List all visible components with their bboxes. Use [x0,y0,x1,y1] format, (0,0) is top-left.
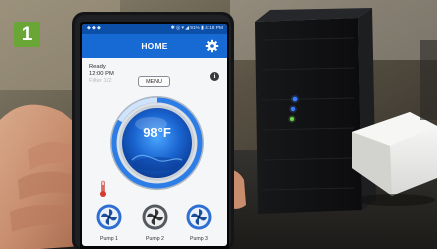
pump-1-icon[interactable] [96,204,122,230]
pump-2-icon[interactable] [142,204,168,230]
status-filter: Filter 1/2 [89,78,112,85]
pump-3-icon[interactable] [186,204,212,230]
step-badge: 1 [14,22,40,47]
thermometer-icon [100,180,106,197]
water-temperature: 98°F [143,125,171,140]
pump-1-label: Pump 1 [100,236,118,242]
pump-2-label: Pump 2 [146,236,164,242]
status-bar-system: ✱ ◎ ▾ ◢ 91% ▮ 4:18 PM [170,26,223,31]
gear-icon[interactable] [205,39,219,53]
status-time: 12:00 PM [89,71,114,78]
phone-screen: ◆ ◆ ◆ ✱ ◎ ▾ ◢ 91% ▮ 4:18 PM HOME Ready 1… [82,24,227,246]
status-state: Ready [89,64,106,70]
menu-button[interactable]: MENU [138,76,170,87]
app-header: HOME [82,34,227,58]
phone-status-bar: ◆ ◆ ◆ ✱ ◎ ▾ ◢ 91% ▮ 4:18 PM [82,24,227,34]
temperature-dial[interactable] [108,94,206,192]
status-bar-notifications: ◆ ◆ ◆ [87,26,101,31]
spa-status: Ready 12:00 PM Filter 1/2 [89,64,114,86]
pump-3-label: Pump 3 [190,236,208,242]
info-icon[interactable]: i [210,72,219,81]
photo-frame: 1 ◆ ◆ ◆ ✱ ◎ ▾ ◢ 91% ▮ 4:18 PM HOME Ready… [0,0,437,249]
